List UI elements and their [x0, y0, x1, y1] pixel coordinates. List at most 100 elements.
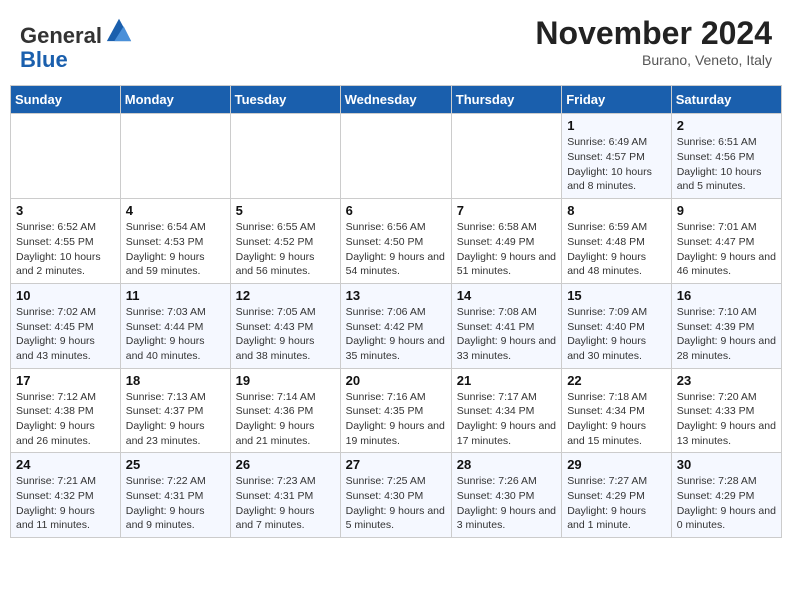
day-number: 16 — [677, 288, 776, 303]
logo: General Blue — [20, 15, 133, 72]
calendar-cell — [340, 114, 451, 199]
day-number: 23 — [677, 373, 776, 388]
day-info: Sunrise: 6:51 AM Sunset: 4:56 PM Dayligh… — [677, 135, 776, 194]
location: Burano, Veneto, Italy — [535, 52, 772, 68]
day-info: Sunrise: 7:25 AM Sunset: 4:30 PM Dayligh… — [346, 474, 446, 533]
calendar-cell — [451, 114, 561, 199]
logo-blue: Blue — [20, 47, 68, 72]
day-number: 21 — [457, 373, 556, 388]
page-header: General Blue November 2024 Burano, Venet… — [10, 10, 782, 77]
day-number: 12 — [236, 288, 335, 303]
day-info: Sunrise: 7:17 AM Sunset: 4:34 PM Dayligh… — [457, 390, 556, 449]
calendar-cell: 28 Sunrise: 7:26 AM Sunset: 4:30 PM Dayli… — [451, 453, 561, 538]
day-number: 6 — [346, 203, 446, 218]
calendar-body: 1 Sunrise: 6:49 AM Sunset: 4:57 PM Daylig… — [11, 114, 782, 538]
calendar-cell: 4Sunrise: 6:54 AM Sunset: 4:53 PM Daylig… — [120, 199, 230, 284]
calendar-cell: 10 Sunrise: 7:02 AM Sunset: 4:45 PM Dayli… — [11, 283, 121, 368]
day-number: 1 — [567, 118, 666, 133]
calendar-cell: 17 Sunrise: 7:12 AM Sunset: 4:38 PM Dayli… — [11, 368, 121, 453]
calendar-cell: 15 Sunrise: 7:09 AM Sunset: 4:40 PM Dayli… — [562, 283, 672, 368]
calendar-cell: 1 Sunrise: 6:49 AM Sunset: 4:57 PM Daylig… — [562, 114, 672, 199]
day-number: 22 — [567, 373, 666, 388]
calendar-cell: 2 Sunrise: 6:51 AM Sunset: 4:56 PM Daylig… — [671, 114, 781, 199]
day-number: 7 — [457, 203, 556, 218]
day-info: Sunrise: 7:12 AM Sunset: 4:38 PM Dayligh… — [16, 390, 115, 449]
day-number: 15 — [567, 288, 666, 303]
calendar-cell: 12Sunrise: 7:05 AM Sunset: 4:43 PM Dayli… — [230, 283, 340, 368]
calendar-week-row: 1 Sunrise: 6:49 AM Sunset: 4:57 PM Daylig… — [11, 114, 782, 199]
day-info: Sunrise: 7:10 AM Sunset: 4:39 PM Dayligh… — [677, 305, 776, 364]
calendar-week-row: 10 Sunrise: 7:02 AM Sunset: 4:45 PM Dayli… — [11, 283, 782, 368]
calendar-header-row: SundayMondayTuesdayWednesdayThursdayFrid… — [11, 86, 782, 114]
day-info: Sunrise: 6:59 AM Sunset: 4:48 PM Dayligh… — [567, 220, 666, 279]
day-info: Sunrise: 7:28 AM Sunset: 4:29 PM Dayligh… — [677, 474, 776, 533]
day-number: 19 — [236, 373, 335, 388]
calendar-cell: 11Sunrise: 7:03 AM Sunset: 4:44 PM Dayli… — [120, 283, 230, 368]
calendar-week-row: 3 Sunrise: 6:52 AM Sunset: 4:55 PM Daylig… — [11, 199, 782, 284]
month-title: November 2024 — [535, 15, 772, 52]
calendar-cell: 30 Sunrise: 7:28 AM Sunset: 4:29 PM Dayli… — [671, 453, 781, 538]
calendar-cell: 3 Sunrise: 6:52 AM Sunset: 4:55 PM Daylig… — [11, 199, 121, 284]
day-info: Sunrise: 6:52 AM Sunset: 4:55 PM Dayligh… — [16, 220, 115, 279]
calendar-cell: 26 Sunrise: 7:23 AM Sunset: 4:31 PM Dayli… — [230, 453, 340, 538]
day-number: 28 — [457, 457, 556, 472]
day-number: 27 — [346, 457, 446, 472]
calendar-cell: 21 Sunrise: 7:17 AM Sunset: 4:34 PM Dayli… — [451, 368, 561, 453]
calendar-cell: 29Sunrise: 7:27 AM Sunset: 4:29 PM Dayli… — [562, 453, 672, 538]
calendar-cell: 23 Sunrise: 7:20 AM Sunset: 4:33 PM Dayli… — [671, 368, 781, 453]
day-info: Sunrise: 7:09 AM Sunset: 4:40 PM Dayligh… — [567, 305, 666, 364]
day-number: 30 — [677, 457, 776, 472]
day-number: 14 — [457, 288, 556, 303]
day-info: Sunrise: 7:22 AM Sunset: 4:31 PM Dayligh… — [126, 474, 225, 533]
day-header-saturday: Saturday — [671, 86, 781, 114]
day-info: Sunrise: 6:49 AM Sunset: 4:57 PM Dayligh… — [567, 135, 666, 194]
day-info: Sunrise: 7:02 AM Sunset: 4:45 PM Dayligh… — [16, 305, 115, 364]
calendar-table: SundayMondayTuesdayWednesdayThursdayFrid… — [10, 85, 782, 538]
calendar-cell: 5 Sunrise: 6:55 AM Sunset: 4:52 PM Daylig… — [230, 199, 340, 284]
day-info: Sunrise: 6:55 AM Sunset: 4:52 PM Dayligh… — [236, 220, 335, 279]
day-header-tuesday: Tuesday — [230, 86, 340, 114]
day-number: 3 — [16, 203, 115, 218]
day-info: Sunrise: 7:23 AM Sunset: 4:31 PM Dayligh… — [236, 474, 335, 533]
calendar-cell: 27 Sunrise: 7:25 AM Sunset: 4:30 PM Dayli… — [340, 453, 451, 538]
day-info: Sunrise: 7:21 AM Sunset: 4:32 PM Dayligh… — [16, 474, 115, 533]
day-info: Sunrise: 7:01 AM Sunset: 4:47 PM Dayligh… — [677, 220, 776, 279]
calendar-cell — [11, 114, 121, 199]
day-number: 9 — [677, 203, 776, 218]
day-info: Sunrise: 7:16 AM Sunset: 4:35 PM Dayligh… — [346, 390, 446, 449]
calendar-cell: 22Sunrise: 7:18 AM Sunset: 4:34 PM Dayli… — [562, 368, 672, 453]
day-number: 26 — [236, 457, 335, 472]
calendar-cell — [120, 114, 230, 199]
day-number: 18 — [126, 373, 225, 388]
day-number: 4 — [126, 203, 225, 218]
day-header-thursday: Thursday — [451, 86, 561, 114]
logo-general: General — [20, 23, 102, 48]
day-number: 13 — [346, 288, 446, 303]
day-info: Sunrise: 7:14 AM Sunset: 4:36 PM Dayligh… — [236, 390, 335, 449]
calendar-cell: 9 Sunrise: 7:01 AM Sunset: 4:47 PM Daylig… — [671, 199, 781, 284]
day-number: 11 — [126, 288, 225, 303]
day-info: Sunrise: 7:06 AM Sunset: 4:42 PM Dayligh… — [346, 305, 446, 364]
day-info: Sunrise: 7:13 AM Sunset: 4:37 PM Dayligh… — [126, 390, 225, 449]
day-number: 20 — [346, 373, 446, 388]
day-number: 17 — [16, 373, 115, 388]
logo-icon — [105, 15, 133, 43]
calendar-cell: 19 Sunrise: 7:14 AM Sunset: 4:36 PM Dayli… — [230, 368, 340, 453]
calendar-cell: 6Sunrise: 6:56 AM Sunset: 4:50 PM Daylig… — [340, 199, 451, 284]
day-info: Sunrise: 7:27 AM Sunset: 4:29 PM Dayligh… — [567, 474, 666, 533]
title-block: November 2024 Burano, Veneto, Italy — [535, 15, 772, 68]
calendar-week-row: 24 Sunrise: 7:21 AM Sunset: 4:32 PM Dayli… — [11, 453, 782, 538]
day-info: Sunrise: 7:26 AM Sunset: 4:30 PM Dayligh… — [457, 474, 556, 533]
calendar-cell: 7 Sunrise: 6:58 AM Sunset: 4:49 PM Daylig… — [451, 199, 561, 284]
calendar-cell: 8Sunrise: 6:59 AM Sunset: 4:48 PM Daylig… — [562, 199, 672, 284]
day-number: 25 — [126, 457, 225, 472]
day-number: 5 — [236, 203, 335, 218]
day-number: 2 — [677, 118, 776, 133]
calendar-cell: 25 Sunrise: 7:22 AM Sunset: 4:31 PM Dayli… — [120, 453, 230, 538]
day-header-sunday: Sunday — [11, 86, 121, 114]
day-info: Sunrise: 7:20 AM Sunset: 4:33 PM Dayligh… — [677, 390, 776, 449]
calendar-week-row: 17 Sunrise: 7:12 AM Sunset: 4:38 PM Dayli… — [11, 368, 782, 453]
day-info: Sunrise: 6:58 AM Sunset: 4:49 PM Dayligh… — [457, 220, 556, 279]
day-number: 10 — [16, 288, 115, 303]
day-number: 24 — [16, 457, 115, 472]
